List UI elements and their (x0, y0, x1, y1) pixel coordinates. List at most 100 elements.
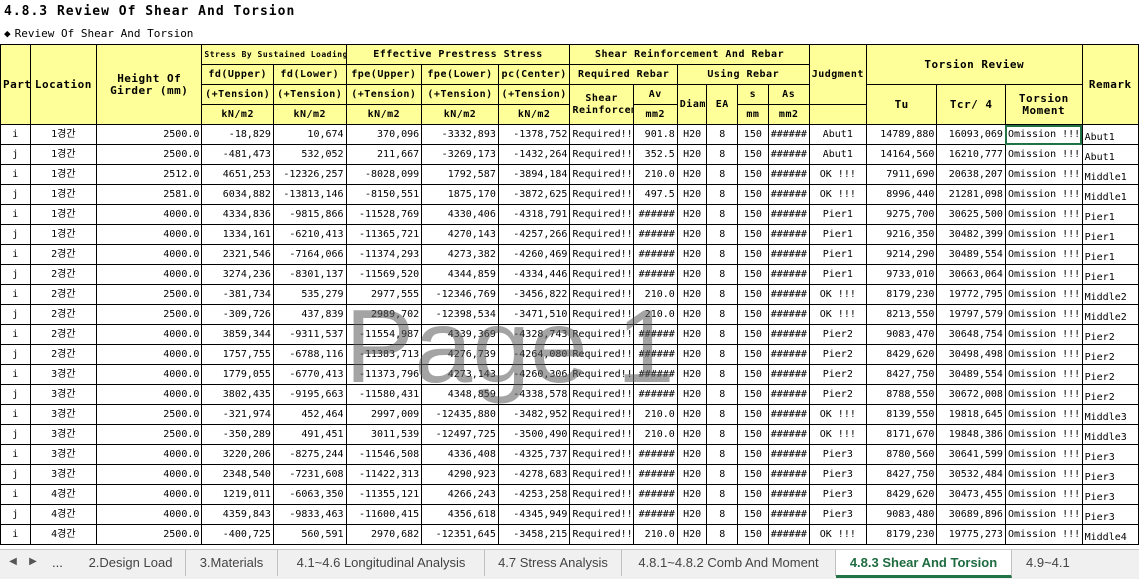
cell-fd-upper[interactable]: -18,829 (201, 124, 274, 145)
cell-diameter[interactable]: H20 (676, 424, 708, 445)
table-row[interactable]: i 1경간 2500.0 -18,829 10,674 370,096 -3332,893-… (0, 124, 1139, 145)
cell-part[interactable]: j (0, 264, 31, 285)
cell-remark[interactable]: Pier2 (1081, 384, 1139, 405)
cell-torsion-moment[interactable]: Omission !!! (1004, 444, 1083, 465)
cell-pc-center[interactable]: -4257,266 (497, 224, 571, 245)
cell-tu[interactable]: 8429,620 (865, 344, 938, 365)
cell-shear-reinforcement[interactable]: Required!!! (569, 324, 634, 345)
table-row[interactable]: j 2경간 4000.0 1757,755 -6788,116 -11383,713 427… (0, 344, 1139, 365)
cell-height[interactable]: 4000.0 (96, 324, 203, 345)
cell-height[interactable]: 4000.0 (96, 244, 203, 265)
cell-av[interactable]: ###### (632, 384, 678, 405)
cell-fd-lower[interactable]: -9815,866 (272, 204, 347, 225)
cell-diameter[interactable]: H20 (676, 264, 708, 285)
cell-height[interactable]: 4000.0 (96, 464, 203, 485)
cell-av[interactable]: ###### (632, 244, 678, 265)
cell-tcr[interactable]: 30672,008 (936, 384, 1006, 405)
cell-fd-upper[interactable]: 3859,344 (201, 324, 274, 345)
tab-scroll-right-icon[interactable]: ▶ (26, 556, 40, 567)
cell-shear-reinforcement[interactable]: Required!!! (569, 404, 634, 425)
cell-fpe-upper[interactable]: -8150,551 (345, 184, 423, 205)
cell-shear-reinforcement[interactable]: Required!!! (569, 264, 634, 285)
cell-fpe-upper[interactable]: -11355,121 (345, 484, 423, 505)
tab-more-ellipsis[interactable]: ... (52, 555, 63, 570)
cell-shear-reinforcement[interactable]: Required!!! (569, 224, 634, 245)
cell-fpe-upper[interactable]: 3011,539 (345, 424, 423, 445)
cell-fd-upper[interactable]: 4334,836 (201, 204, 274, 225)
cell-location[interactable]: 4경간 (29, 504, 98, 525)
cell-shear-reinforcement[interactable]: Required!!! (569, 144, 634, 165)
table-row[interactable]: i 2경간 2500.0 -381,734 535,279 2977,555 -12346,… (0, 284, 1139, 305)
cell-ea[interactable]: 8 (706, 184, 739, 205)
cell-ea[interactable]: 8 (706, 504, 739, 525)
cell-torsion-moment[interactable]: Omission !!! (1004, 384, 1083, 405)
cell-pc-center[interactable]: -4328,743 (497, 324, 571, 345)
cell-fd-upper[interactable]: -321,974 (201, 404, 274, 425)
cell-fd-lower[interactable]: 560,591 (272, 524, 347, 545)
cell-tcr[interactable]: 30663,064 (936, 264, 1006, 285)
cell-fd-upper[interactable]: 3220,206 (201, 444, 274, 465)
cell-fd-upper[interactable]: 4651,253 (201, 164, 274, 185)
cell-fd-upper[interactable]: 2348,540 (201, 464, 274, 485)
cell-fpe-upper[interactable]: 211,667 (345, 144, 423, 165)
cell-location[interactable]: 4경간 (29, 484, 98, 505)
cell-shear-reinforcement[interactable]: Required!!! (569, 524, 634, 545)
cell-torsion-moment[interactable]: Omission !!! (1004, 204, 1083, 225)
cell-judgment[interactable]: OK !!! (808, 184, 867, 205)
table-row[interactable]: j 1경간 2581.0 6034,882 -13813,146 -8150,551 187… (0, 184, 1139, 205)
cell-fpe-lower[interactable]: 1875,170 (421, 184, 499, 205)
cell-as[interactable]: ###### (767, 504, 810, 525)
cell-pc-center[interactable]: -1432,264 (497, 144, 571, 165)
cell-tcr[interactable]: 30489,554 (936, 364, 1006, 385)
cell-fpe-lower[interactable]: 4273,143 (421, 364, 499, 385)
cell-pc-center[interactable]: -4253,258 (497, 484, 571, 505)
cell-fpe-lower[interactable]: 4273,382 (421, 244, 499, 265)
cell-remark[interactable]: Middle1 (1081, 184, 1139, 205)
cell-height[interactable]: 4000.0 (96, 264, 203, 285)
cell-remark[interactable]: Pier1 (1081, 204, 1139, 225)
cell-as[interactable]: ###### (767, 224, 810, 245)
cell-tcr[interactable]: 19772,795 (936, 284, 1006, 305)
cell-judgment[interactable]: OK !!! (808, 304, 867, 325)
cell-part[interactable]: j (0, 504, 31, 525)
cell-fpe-upper[interactable]: -11373,796 (345, 364, 423, 385)
cell-tcr[interactable]: 19775,273 (936, 524, 1006, 545)
cell-as[interactable]: ###### (767, 184, 810, 205)
cell-as[interactable]: ###### (767, 284, 810, 305)
cell-remark[interactable]: Middle3 (1081, 424, 1139, 445)
cell-shear-reinforcement[interactable]: Required!!! (569, 244, 634, 265)
cell-fd-upper[interactable]: 1219,011 (201, 484, 274, 505)
cell-s[interactable]: 150 (737, 384, 769, 405)
cell-tu[interactable]: 9083,470 (865, 324, 938, 345)
cell-pc-center[interactable]: -4334,446 (497, 264, 571, 285)
cell-height[interactable]: 2512.0 (96, 164, 203, 185)
cell-s[interactable]: 150 (737, 484, 769, 505)
cell-fd-lower[interactable]: -7231,608 (272, 464, 347, 485)
table-row[interactable]: i 2경간 4000.0 2321,546 -7164,066 -11374,293 427… (0, 244, 1139, 265)
cell-fpe-upper[interactable]: 2989,702 (345, 304, 423, 325)
cell-part[interactable]: i (0, 284, 31, 305)
cell-ea[interactable]: 8 (706, 384, 739, 405)
cell-fd-lower[interactable]: 10,674 (272, 124, 347, 145)
cell-tcr[interactable]: 30625,500 (936, 204, 1006, 225)
cell-av[interactable]: ###### (632, 364, 678, 385)
cell-height[interactable]: 4000.0 (96, 204, 203, 225)
cell-remark[interactable]: Pier2 (1081, 364, 1139, 385)
cell-fd-upper[interactable]: 3274,236 (201, 264, 274, 285)
cell-pc-center[interactable]: -3471,510 (497, 304, 571, 325)
cell-location[interactable]: 1경간 (29, 204, 98, 225)
cell-fpe-upper[interactable]: -11383,713 (345, 344, 423, 365)
cell-as[interactable]: ###### (767, 144, 810, 165)
cell-remark[interactable]: Middle1 (1081, 164, 1139, 185)
cell-fd-lower[interactable]: 532,052 (272, 144, 347, 165)
cell-remark[interactable]: Middle2 (1081, 284, 1139, 305)
cell-fpe-lower[interactable]: -12351,645 (421, 524, 499, 545)
cell-shear-reinforcement[interactable]: Required!!! (569, 484, 634, 505)
cell-torsion-moment[interactable]: Omission !!! (1004, 144, 1083, 165)
cell-remark[interactable]: Pier1 (1081, 244, 1139, 265)
tab-stress-analysis[interactable]: 4.7 Stress Analysis (485, 550, 622, 576)
cell-as[interactable]: ###### (767, 524, 810, 545)
cell-torsion-moment[interactable]: Omission !!! (1004, 344, 1083, 365)
cell-height[interactable]: 2500.0 (96, 144, 203, 165)
cell-remark[interactable]: Pier3 (1081, 444, 1139, 465)
